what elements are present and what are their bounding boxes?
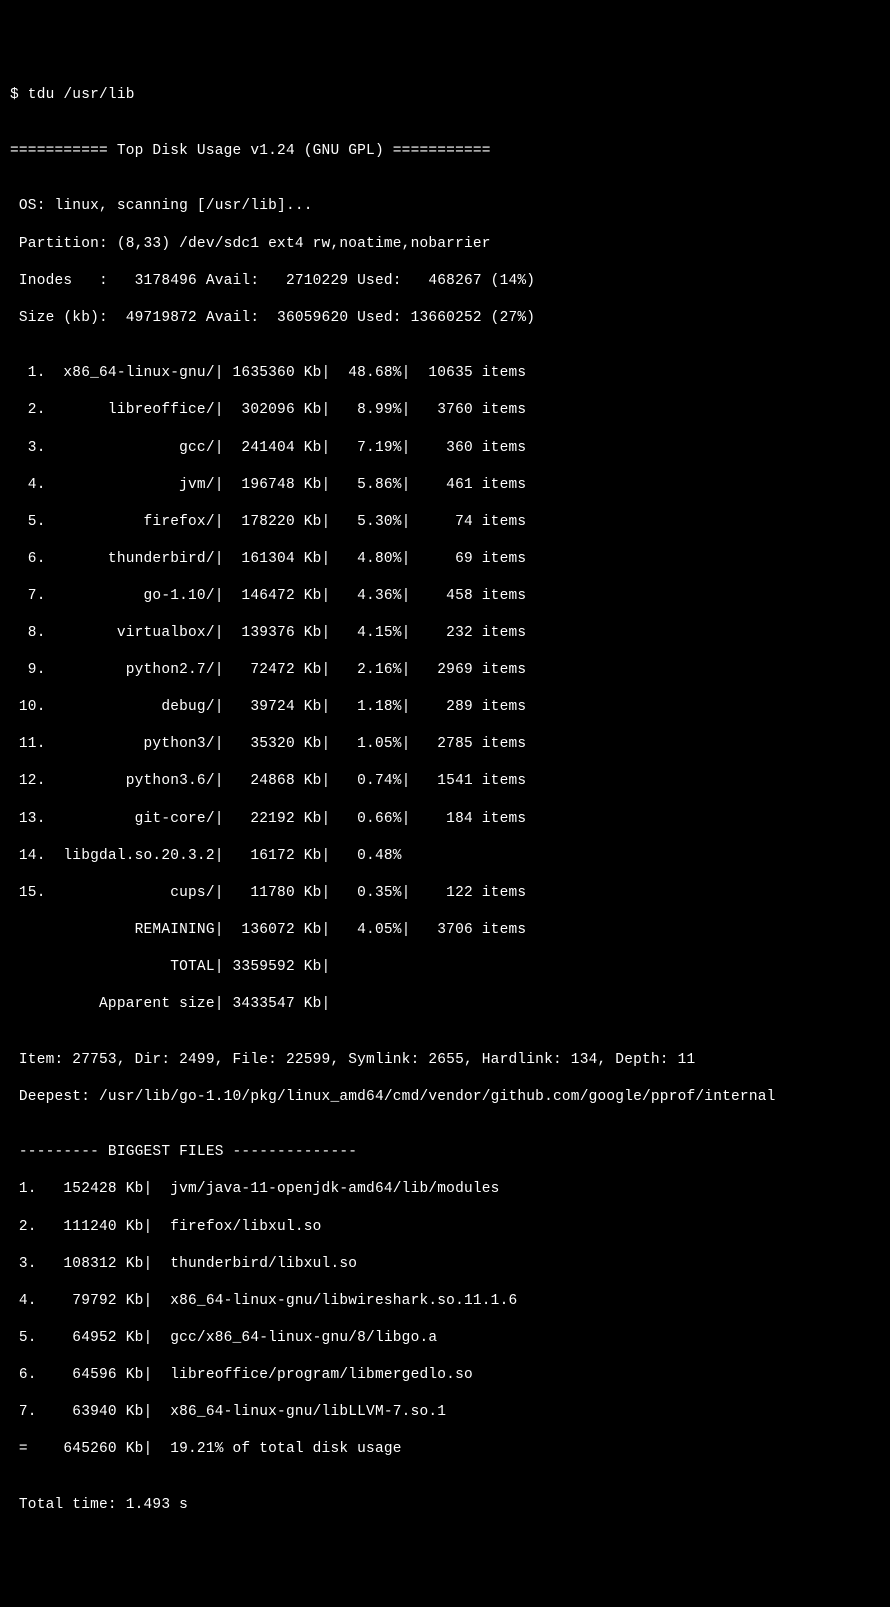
size-line: Size (kb): 49719872 Avail: 36059620 Used… — [10, 309, 880, 328]
shell-prompt: $ tdu /usr/lib — [10, 86, 880, 105]
table-row: 14. libgdal.so.20.3.2| 16172 Kb| 0.48% — [10, 847, 880, 866]
biggest-file-row: 1. 152428 Kb| jvm/java-11-openjdk-amd64/… — [10, 1180, 880, 1199]
deepest-path: Deepest: /usr/lib/go-1.10/pkg/linux_amd6… — [10, 1088, 880, 1107]
table-row: 5. firefox/| 178220 Kb| 5.30%| 74 items — [10, 513, 880, 532]
biggest-file-row: 3. 108312 Kb| thunderbird/libxul.so — [10, 1255, 880, 1274]
table-row: 3. gcc/| 241404 Kb| 7.19%| 360 items — [10, 439, 880, 458]
biggest-file-row: 5. 64952 Kb| gcc/x86_64-linux-gnu/8/libg… — [10, 1329, 880, 1348]
table-row: 10. debug/| 39724 Kb| 1.18%| 289 items — [10, 698, 880, 717]
total-time: Total time: 1.493 s — [10, 1496, 880, 1515]
table-row: 13. git-core/| 22192 Kb| 0.66%| 184 item… — [10, 810, 880, 829]
inodes-line: Inodes : 3178496 Avail: 2710229 Used: 46… — [10, 272, 880, 291]
total-row: TOTAL| 3359592 Kb| — [10, 958, 880, 977]
table-row: 15. cups/| 11780 Kb| 0.35%| 122 items — [10, 884, 880, 903]
item-summary: Item: 27753, Dir: 2499, File: 22599, Sym… — [10, 1051, 880, 1070]
table-row: 1. x86_64-linux-gnu/| 1635360 Kb| 48.68%… — [10, 364, 880, 383]
biggest-file-sum: = 645260 Kb| 19.21% of total disk usage — [10, 1440, 880, 1459]
apparent-size-row: Apparent size| 3433547 Kb| — [10, 995, 880, 1014]
table-row: 7. go-1.10/| 146472 Kb| 4.36%| 458 items — [10, 587, 880, 606]
remaining-row: REMAINING| 136072 Kb| 4.05%| 3706 items — [10, 921, 880, 940]
biggest-file-row: 4. 79792 Kb| x86_64-linux-gnu/libwiresha… — [10, 1292, 880, 1311]
biggest-files-header: --------- BIGGEST FILES -------------- — [10, 1143, 880, 1162]
biggest-file-row: 2. 111240 Kb| firefox/libxul.so — [10, 1218, 880, 1237]
table-row: 12. python3.6/| 24868 Kb| 0.74%| 1541 it… — [10, 772, 880, 791]
table-row: 2. libreoffice/| 302096 Kb| 8.99%| 3760 … — [10, 401, 880, 420]
table-row: 11. python3/| 35320 Kb| 1.05%| 2785 item… — [10, 735, 880, 754]
table-row: 4. jvm/| 196748 Kb| 5.86%| 461 items — [10, 476, 880, 495]
table-row: 9. python2.7/| 72472 Kb| 2.16%| 2969 ite… — [10, 661, 880, 680]
table-row: 6. thunderbird/| 161304 Kb| 4.80%| 69 it… — [10, 550, 880, 569]
biggest-file-row: 6. 64596 Kb| libreoffice/program/libmerg… — [10, 1366, 880, 1385]
table-row: 8. virtualbox/| 139376 Kb| 4.15%| 232 it… — [10, 624, 880, 643]
app-header: =========== Top Disk Usage v1.24 (GNU GP… — [10, 142, 880, 161]
partition-line: Partition: (8,33) /dev/sdc1 ext4 rw,noat… — [10, 235, 880, 254]
os-line: OS: linux, scanning [/usr/lib]... — [10, 197, 880, 216]
biggest-file-row: 7. 63940 Kb| x86_64-linux-gnu/libLLVM-7.… — [10, 1403, 880, 1422]
